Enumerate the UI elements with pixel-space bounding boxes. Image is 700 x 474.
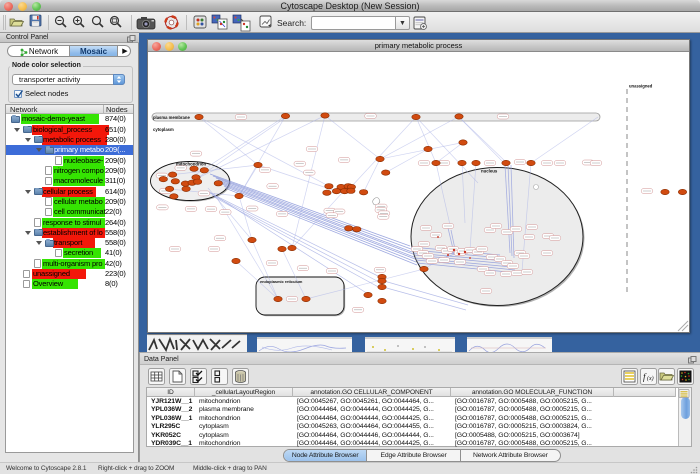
svg-text:endoplasmic reticulum: endoplasmic reticulum <box>260 279 303 284</box>
svg-text:mitochondrion: mitochondrion <box>176 162 206 167</box>
svg-text:plasma membrane: plasma membrane <box>153 115 190 120</box>
svg-text:nucleus: nucleus <box>481 169 498 174</box>
svg-text:cytoplasm: cytoplasm <box>153 127 174 132</box>
svg-text:(x): (x) <box>647 375 654 382</box>
svg-text:unassigned: unassigned <box>629 84 653 89</box>
